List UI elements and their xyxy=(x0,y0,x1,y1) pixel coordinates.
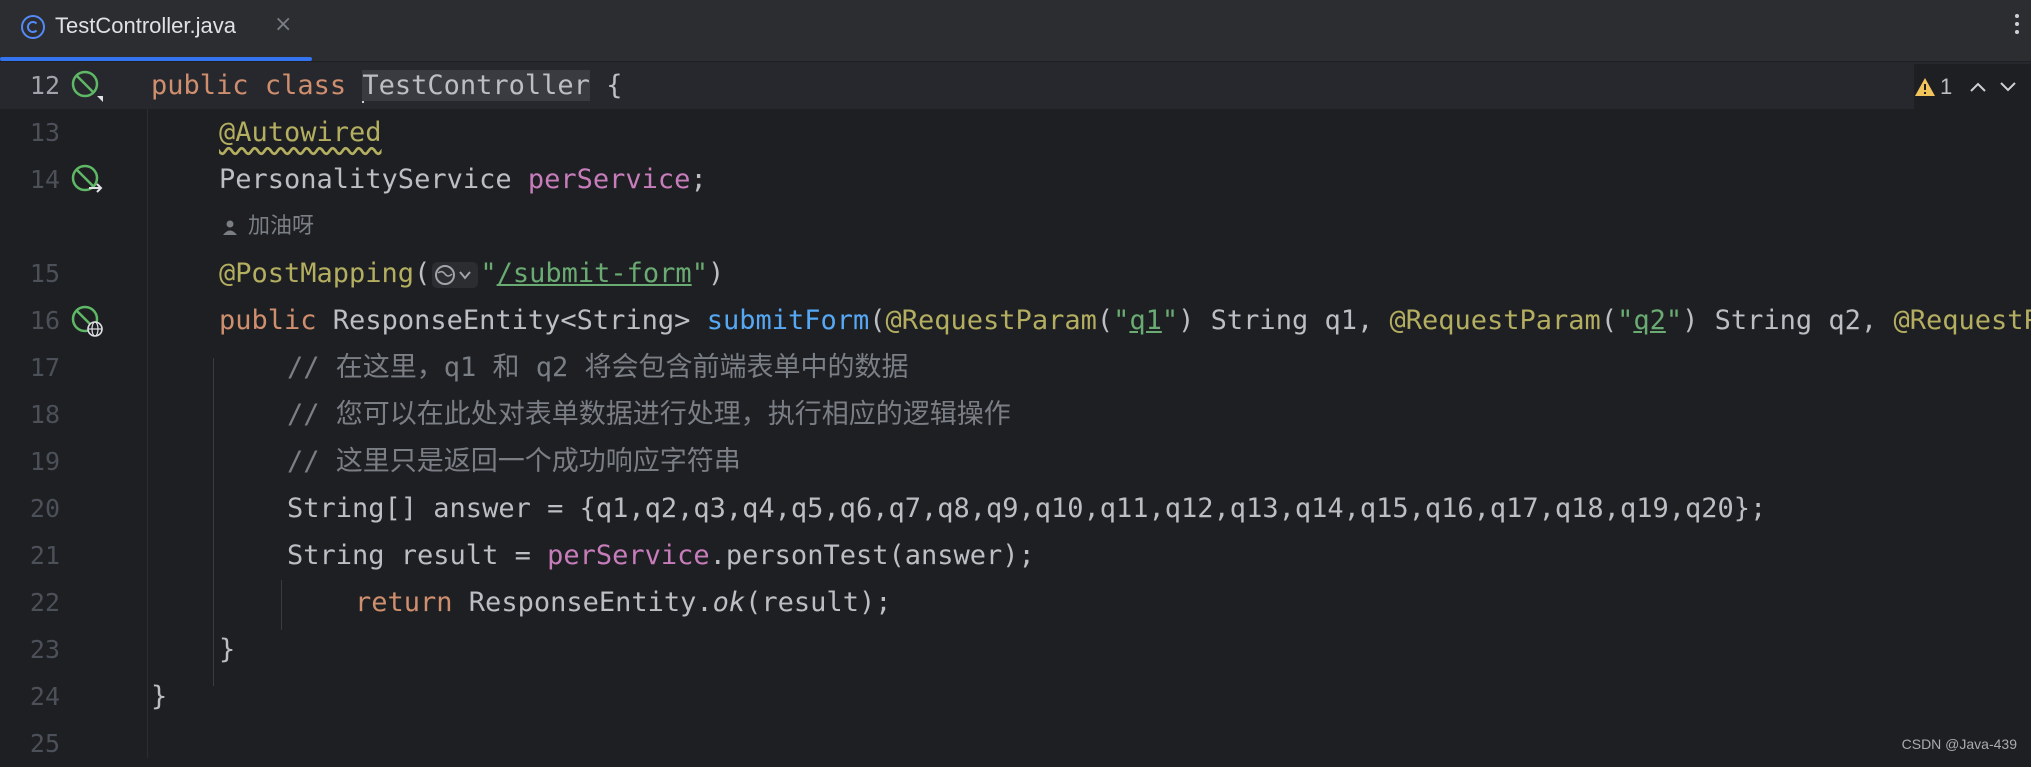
code-line-25[interactable]: 25 xyxy=(0,720,2031,767)
author-hint-row: 加油呀 xyxy=(0,203,2031,250)
tab-title: TestController.java xyxy=(55,13,236,38)
code-line-17[interactable]: 17 // 在这里，q1 和 q2 将会包含前端表单中的数据 xyxy=(0,344,2031,391)
line-number: 13 xyxy=(29,118,60,147)
code-line-22[interactable]: 22 return ResponseEntity.ok(result); xyxy=(0,579,2031,626)
active-tab-indicator xyxy=(0,57,312,61)
code-comment: // 您可以在此处对表单数据进行处理，执行相应的逻辑操作 xyxy=(287,399,1011,430)
code-line-20[interactable]: 20 String[] answer = {q1,q2,q3,q4,q5,q6,… xyxy=(0,485,2031,532)
line-number: 25 xyxy=(29,729,60,758)
code-line-21[interactable]: 21 String result = perService.personTest… xyxy=(0,532,2031,579)
chevron-down-icon[interactable] xyxy=(1998,80,2018,94)
web-endpoint-icon[interactable] xyxy=(70,304,104,338)
code-text: public ResponseEntity<String> submitForm… xyxy=(219,305,2031,336)
code-text: String result = perService.personTest(an… xyxy=(287,540,1035,571)
code-line-12[interactable]: 12 public class TestController { xyxy=(0,62,2031,109)
line-number: 14 xyxy=(29,165,60,194)
code-text: PersonalityService perService; xyxy=(219,164,707,195)
line-number: 12 xyxy=(29,71,60,100)
code-text: } xyxy=(151,681,168,712)
code-text: @PostMapping("/submit-form") xyxy=(219,258,725,289)
line-number: 16 xyxy=(29,306,60,335)
code-line-23[interactable]: 23 } xyxy=(0,626,2031,673)
go-to-bean-icon[interactable] xyxy=(70,163,104,197)
more-options-icon[interactable] xyxy=(2011,10,2023,42)
code-comment: // 在这里，q1 和 q2 将会包含前端表单中的数据 xyxy=(287,352,909,383)
line-number: 20 xyxy=(29,494,60,523)
code-line-16[interactable]: 16 public ResponseEntity<String> submitF… xyxy=(0,297,2031,344)
code-editor[interactable]: 12 public class TestController { 13 @Aut… xyxy=(0,62,2031,758)
close-icon[interactable]: × xyxy=(274,12,292,37)
java-class-icon xyxy=(21,15,45,39)
code-text: } xyxy=(219,634,236,665)
code-comment: // 这里只是返回一个成功响应字符串 xyxy=(287,446,741,477)
line-number: 15 xyxy=(29,259,60,288)
code-line-13[interactable]: 13 @Autowired xyxy=(0,109,2031,156)
line-number: 21 xyxy=(29,541,60,570)
no-implementations-icon[interactable] xyxy=(70,69,104,103)
line-number: 17 xyxy=(29,353,60,382)
line-number: 22 xyxy=(29,588,60,617)
line-number: 19 xyxy=(29,447,60,476)
line-number: 23 xyxy=(29,635,60,664)
line-number: 18 xyxy=(29,400,60,429)
warning-icon xyxy=(1915,78,1935,96)
line-number: 24 xyxy=(29,682,60,711)
chevron-up-icon[interactable] xyxy=(1968,80,1988,94)
code-text: return ResponseEntity.ok(result); xyxy=(355,587,892,618)
tab-test-controller[interactable]: TestController.java × xyxy=(0,0,312,61)
code-line-18[interactable]: 18 // 您可以在此处对表单数据进行处理，执行相应的逻辑操作 xyxy=(0,391,2031,438)
inspection-widget[interactable]: 1 xyxy=(1914,64,2031,110)
author-hint[interactable]: 加油呀 xyxy=(248,203,314,250)
code-line-15[interactable]: 15 @PostMapping("/submit-form") xyxy=(0,250,2031,297)
code-line-24[interactable]: 24 } xyxy=(0,673,2031,720)
code-line-19[interactable]: 19 // 这里只是返回一个成功响应字符串 xyxy=(0,438,2031,485)
warning-count: 1 xyxy=(1940,74,1953,99)
code-text: String[] answer = {q1,q2,q3,q4,q5,q6,q7,… xyxy=(287,493,1767,524)
watermark: CSDN @Java-439 xyxy=(1901,736,2017,752)
code-text: @Autowired xyxy=(219,117,382,148)
code-text: public class TestController { xyxy=(151,70,623,103)
editor-tab-bar: TestController.java × xyxy=(0,0,2031,62)
code-line-14[interactable]: 14 PersonalityService perService; xyxy=(0,156,2031,203)
endpoint-globe-icon[interactable] xyxy=(432,261,479,288)
user-icon xyxy=(223,220,237,235)
